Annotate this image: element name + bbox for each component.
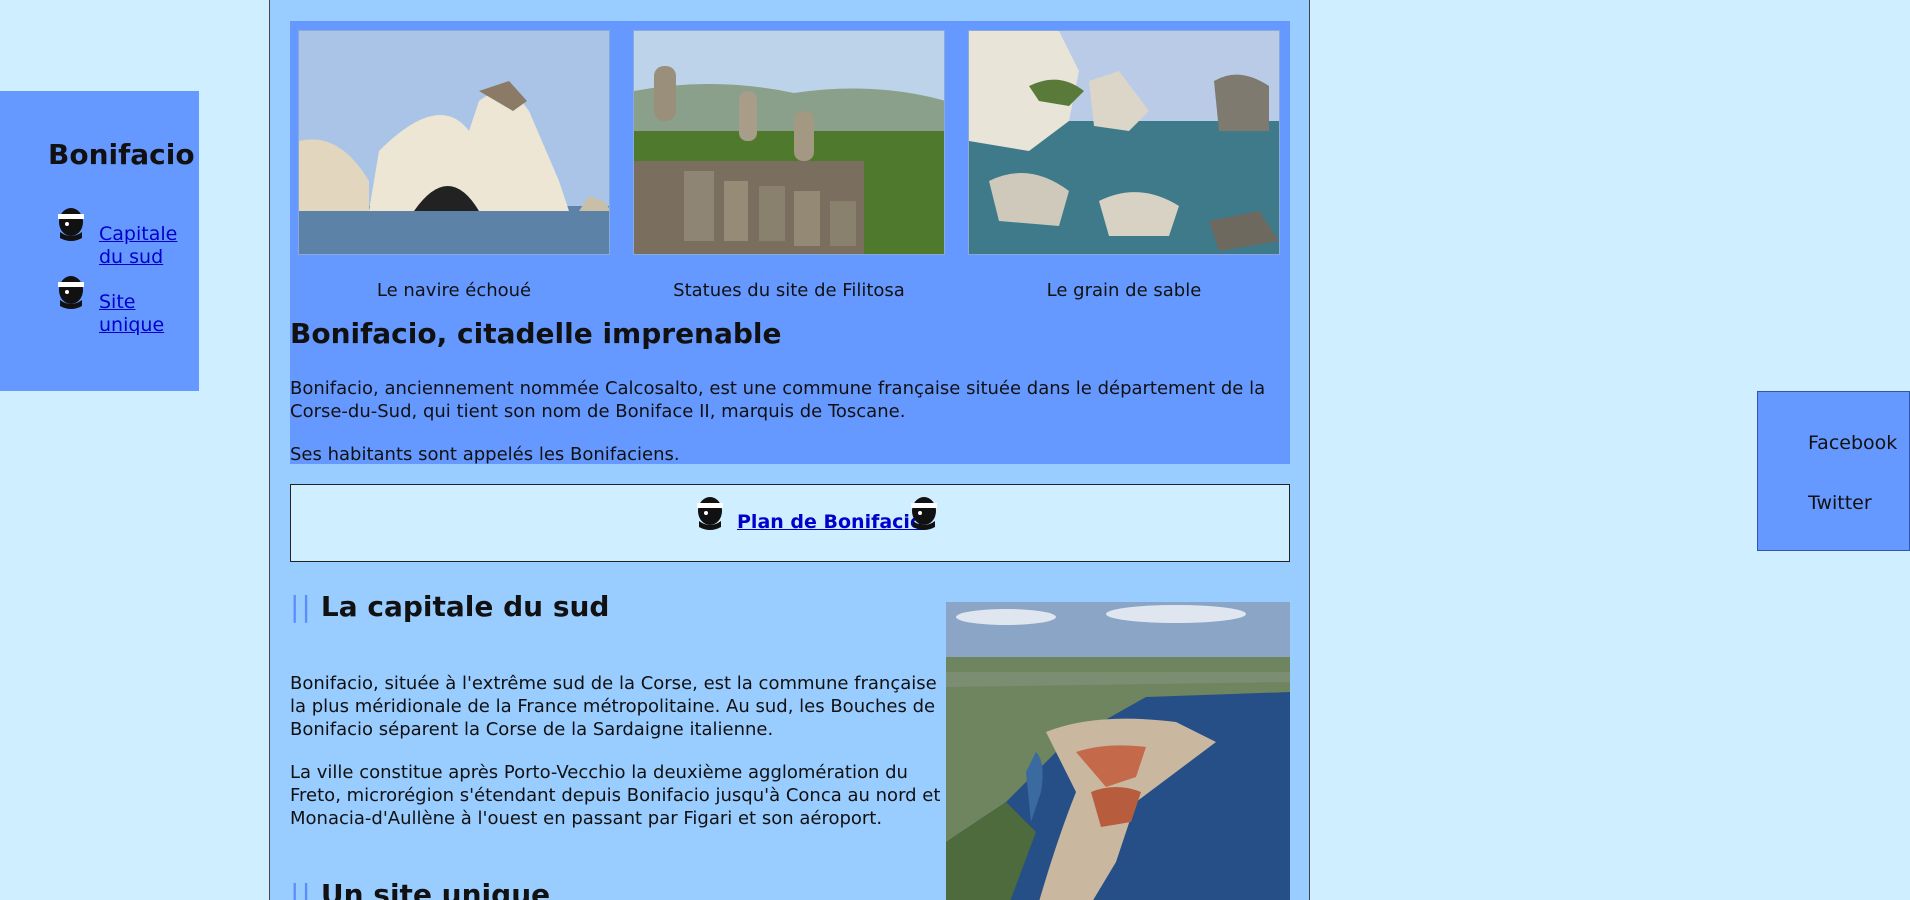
social-box: Facebook Twitter bbox=[1757, 391, 1910, 551]
capitale-p1-line1: Bonifacio, située à l'extrême sud de la … bbox=[290, 673, 937, 694]
facebook-link[interactable]: Facebook bbox=[1808, 432, 1897, 454]
caption-navire: Le navire échoué bbox=[376, 280, 532, 301]
intro-paragraph-line2: Corse-du-Sud, qui tient son nom de Bonif… bbox=[290, 401, 906, 422]
sidebar: Bonifacio Capitale du sud Site unique bbox=[0, 91, 199, 391]
section-bars: || bbox=[290, 878, 313, 900]
twitter-link[interactable]: Twitter bbox=[1808, 492, 1872, 514]
section-capitale-title-text: La capitale du sud bbox=[320, 590, 610, 623]
sidebar-item-site: Site unique bbox=[54, 272, 179, 337]
capitale-p2-line2: Freto, microrégion s'étendant depuis Bon… bbox=[290, 785, 941, 806]
section-site-title: || Un site unique bbox=[290, 878, 550, 900]
sidebar-title: Bonifacio bbox=[48, 138, 195, 171]
moor-head-icon bbox=[911, 497, 937, 530]
caption-grain: Le grain de sable bbox=[1046, 280, 1202, 301]
intro-paragraph-line1: Bonifacio, anciennement nommée Calcosalt… bbox=[290, 378, 1266, 399]
section-site-title-text: Un site unique bbox=[320, 878, 551, 900]
menhir-photo bbox=[633, 30, 945, 255]
plan-link[interactable]: Plan de Bonifacio bbox=[737, 511, 923, 533]
capitale-p1-line3: Bonifacio séparent la Corse de la Sardai… bbox=[290, 719, 774, 740]
capitale-p2-line1: La ville constitue après Porto-Vecchio l… bbox=[290, 762, 908, 783]
sidebar-item-capitale: Capitale du sud bbox=[54, 204, 179, 269]
sidebar-link-site[interactable]: Site unique bbox=[99, 291, 179, 337]
intro-panel: Le navire échoué Statues du site de Fili… bbox=[290, 21, 1290, 465]
capitale-p2-line3: Monacia-d'Aullène à l'ouest en passant p… bbox=[290, 808, 883, 829]
aerial-photo bbox=[946, 602, 1290, 900]
plan-box: Plan de Bonifacio bbox=[290, 484, 1290, 562]
moor-head-icon bbox=[58, 276, 84, 309]
main-content: Le navire échoué Statues du site de Fili… bbox=[269, 0, 1310, 900]
intro-paragraph2: Ses habitants sont appelés les Bonifacie… bbox=[290, 444, 680, 465]
intro-heading: Bonifacio, citadelle imprenable bbox=[290, 317, 782, 350]
coast-photo bbox=[968, 30, 1280, 255]
moor-head-icon bbox=[58, 208, 84, 241]
sidebar-link-capitale[interactable]: Capitale du sud bbox=[99, 223, 179, 269]
cliff-photo bbox=[298, 30, 610, 255]
section-capitale-title: || La capitale du sud bbox=[290, 590, 609, 623]
section-bars: || bbox=[290, 590, 313, 623]
moor-head-icon bbox=[697, 497, 723, 530]
caption-filitosa: Statues du site de Filitosa bbox=[673, 280, 905, 301]
capitale-p1-line2: la plus méridionale de la France métropo… bbox=[290, 696, 936, 717]
